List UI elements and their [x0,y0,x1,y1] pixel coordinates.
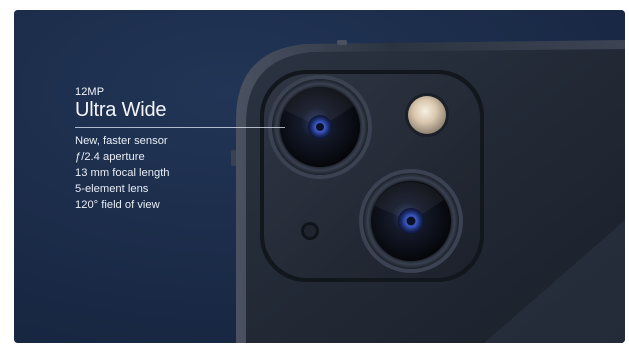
feature-item: 120° field of view [75,199,160,211]
feature-item: 13 mm focal length [75,167,170,179]
lens-title: Ultra Wide [75,99,167,121]
feature-list: New, faster sensor ƒ/2.4 aperture 13 mm … [75,133,275,213]
camera-spec-block: 12MP Ultra Wide New, faster sensor ƒ/2.4… [75,86,275,213]
megapixel-label: 12MP [75,86,105,98]
feature-item: New, faster sensor [75,135,168,147]
feature-item: ƒ/2.4 aperture [75,151,145,163]
feature-item: 5-element lens [75,183,149,195]
hero-panel: 12MP Ultra Wide New, faster sensor ƒ/2.4… [14,10,625,343]
